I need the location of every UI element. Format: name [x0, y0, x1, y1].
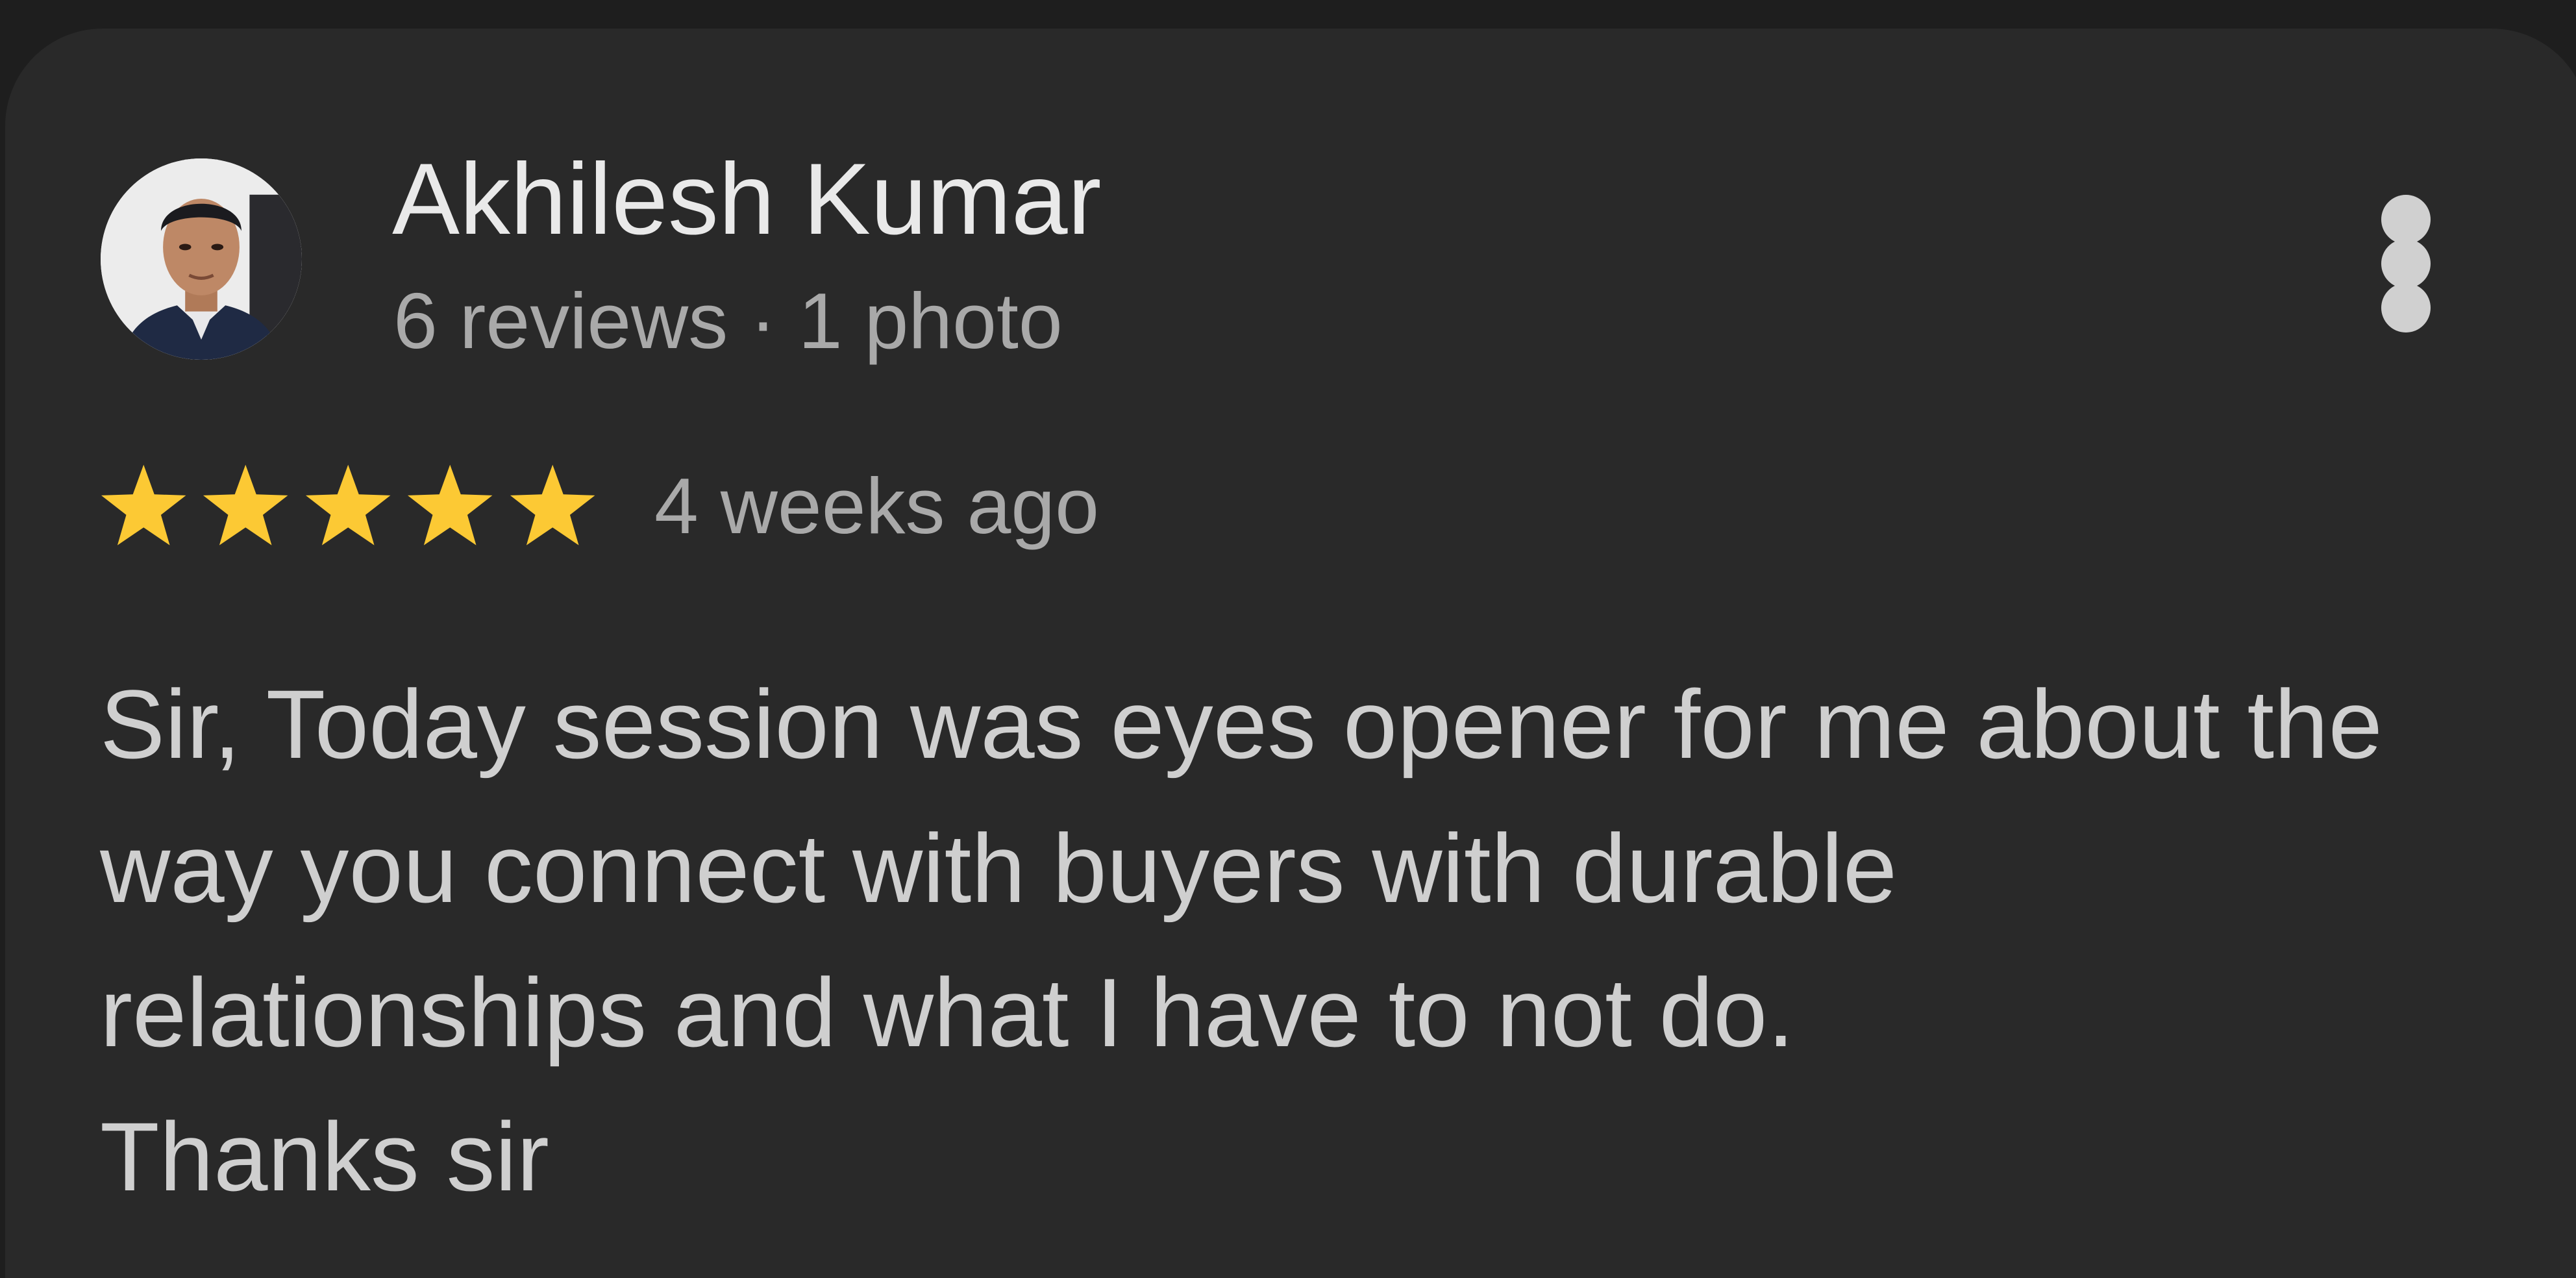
avatar-photo-icon — [101, 158, 302, 360]
review-text-line: Sir, Today session was eyes opener for m… — [100, 670, 2383, 779]
star-icon — [302, 461, 394, 552]
review-text-line: Thanks sir — [100, 1102, 549, 1211]
author-name[interactable]: Akhilesh Kumar — [392, 138, 1101, 261]
more-vert-icon — [2381, 195, 2431, 332]
star-rating — [97, 461, 599, 552]
star-icon — [199, 461, 291, 552]
more-options-button[interactable] — [2367, 191, 2445, 334]
review-text-line: way you connect with buyers with durable — [100, 814, 1898, 923]
author-meta: 6 reviews · 1 photo — [393, 277, 1063, 365]
author-avatar[interactable] — [101, 158, 302, 360]
review-text-line: relationships and what I have to not do. — [100, 958, 1795, 1067]
review-card: Akhilesh Kumar 6 reviews · 1 photo 4 wee… — [5, 29, 2576, 1278]
review-time: 4 weeks ago — [654, 462, 1099, 550]
star-icon — [404, 461, 496, 552]
review-text: Sir, Today session was eyes opener for m… — [100, 652, 2567, 1229]
star-icon — [97, 461, 190, 552]
star-icon — [506, 461, 599, 552]
